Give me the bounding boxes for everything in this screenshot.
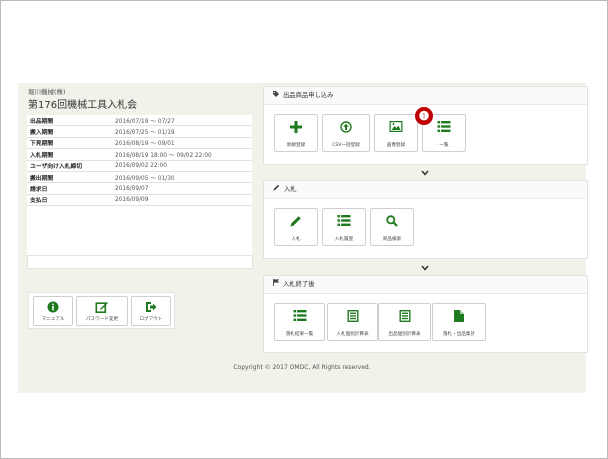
- schedule-value: 2016/09/05 ～ 01/30: [112, 171, 252, 184]
- button-label: 入札履歴: [334, 237, 354, 242]
- schedule-label: 出品期間: [27, 115, 112, 127]
- account-buttons: マニュアル パスワード変更 ログアウト: [28, 292, 175, 329]
- chevron-down-icon: [421, 265, 429, 271]
- edit-icon: [95, 302, 108, 313]
- table-row: 請求日 2016/09/07: [27, 182, 252, 195]
- schedule-label: 下見期間: [27, 137, 112, 150]
- schedule-value: 2016/09/02 22:00: [112, 160, 252, 172]
- calc-icon: [347, 310, 358, 322]
- file-icon: [454, 310, 464, 322]
- schedule-label: 支払日: [27, 194, 112, 207]
- table-row: 下見期間 2016/08/19 ～ 09/01: [27, 137, 252, 150]
- section-title: 入札終了後: [283, 281, 315, 288]
- button-label: CSV一括登録: [332, 143, 360, 148]
- button-label: 入札個別計算表: [336, 332, 369, 337]
- auction-info: 堀川機械(株) 第176回機械工具入札会 出品期間 2016/07/19 ～ 07…: [27, 88, 252, 265]
- manual-button[interactable]: マニュアル: [33, 296, 73, 326]
- winning-bid-list-button[interactable]: 落札結果一覧: [274, 303, 325, 341]
- schedule-value: 2016/07/19 ～ 07/27: [112, 115, 252, 127]
- logout-button[interactable]: ログアウト: [131, 296, 171, 326]
- upload-icon: [340, 121, 352, 133]
- schedule-table: 出品期間 2016/07/19 ～ 07/27 搬入期間 2016/07/25 ～ …: [27, 115, 252, 207]
- schedule-label: 請求日: [27, 182, 112, 195]
- button-label: 落札・出品集計: [442, 332, 476, 337]
- tag-icon: [273, 87, 279, 104]
- password-change-button[interactable]: パスワード変更: [76, 296, 128, 326]
- logout-icon: [146, 302, 157, 312]
- table-row: 出品期間 2016/07/19 ～ 07/27: [27, 115, 252, 127]
- button-label: 出品個別計算表: [388, 332, 421, 337]
- image-icon: [389, 121, 403, 132]
- list-icon: [293, 310, 306, 321]
- listing-calculation-button[interactable]: 出品個別計算表: [378, 303, 431, 341]
- button-label: 商品検索: [382, 237, 402, 242]
- table-row: 支払日 2016/09/09: [27, 194, 252, 207]
- list-icon: [337, 215, 351, 226]
- bid-button[interactable]: 入札: [274, 208, 318, 246]
- section-title: 入札: [284, 186, 297, 193]
- footer-copyright: Copyright © 2017 OMDC, All Rights reserv…: [233, 364, 371, 371]
- schedule-value: 2016/09/07: [112, 182, 252, 195]
- schedule-value: 2016/07/25 ～ 01/19: [112, 125, 252, 138]
- section-header: 入札終了後: [264, 276, 587, 294]
- logout-label: ログアウト: [139, 317, 163, 322]
- button-label: 落札結果一覧: [285, 332, 314, 337]
- search-icon: [386, 215, 398, 227]
- company-name: 堀川機械(株): [28, 88, 66, 96]
- image-registration-button[interactable]: 画像登録: [374, 114, 418, 152]
- pencil-icon: [273, 181, 280, 198]
- flag-icon: [273, 276, 279, 293]
- button-label: 新規登録: [286, 143, 306, 148]
- button-label: 画像登録: [386, 143, 406, 148]
- product-search-button[interactable]: 商品検索: [370, 208, 414, 246]
- password-change-label: パスワード変更: [85, 317, 119, 322]
- bidding-section: 入札 入札 入札履歴 商品検索: [263, 180, 588, 259]
- section-title: 出品商品申し込み: [283, 92, 334, 99]
- table-row: 搬入期間 2016/07/25 ～ 01/19: [27, 125, 252, 138]
- plus-icon: [290, 121, 302, 133]
- schedule-box: 出品期間 2016/07/19 ～ 07/27 搬入期間 2016/07/25 ～ …: [27, 115, 252, 265]
- schedule-value: 2016/08/19 ～ 09/01: [112, 137, 252, 150]
- post-bidding-section: 入札終了後 落札結果一覧 入札個別計算表 出品個別計算表 落札・出品集計: [263, 275, 588, 353]
- pencil-icon: [290, 216, 301, 227]
- new-registration-button[interactable]: 新規登録: [274, 114, 318, 152]
- button-label: 一覧: [439, 143, 449, 148]
- table-row: ユーザ向け入札締切 2016/09/02 22:00: [27, 160, 252, 172]
- bid-calculation-button[interactable]: 入札個別計算表: [327, 303, 378, 341]
- schedule-value: 2016/08/19 18:00 ～ 09/02 22:00: [112, 148, 252, 161]
- schedule-value: 2016/09/09: [112, 194, 252, 207]
- schedule-label: 搬出期間: [27, 171, 112, 184]
- bid-history-button[interactable]: 入札履歴: [322, 208, 366, 246]
- bid-listing-summary-button[interactable]: 落札・出品集計: [432, 303, 486, 341]
- manual-button-label: マニュアル: [41, 317, 65, 322]
- listing-application-section: 出品商品申し込み 新規登録 CSV一括登録 画像登録 一覧: [263, 86, 588, 165]
- table-row: 搬出期間 2016/09/05 ～ 01/30: [27, 171, 252, 184]
- chevron-down-icon: [421, 170, 429, 176]
- section-header: 入札: [264, 181, 587, 199]
- schedule-label: 搬入期間: [27, 125, 112, 138]
- calc-icon: [399, 310, 410, 322]
- list-icon: [437, 121, 451, 132]
- info-icon: [47, 301, 59, 313]
- schedule-label: ユーザ向け入札締切: [27, 160, 112, 172]
- section-header: 出品商品申し込み: [264, 87, 587, 105]
- button-label: 入札: [291, 237, 301, 242]
- table-row: 入札期間 2016/08/19 18:00 ～ 09/02 22:00: [27, 148, 252, 161]
- csv-bulk-registration-button[interactable]: CSV一括登録: [322, 114, 370, 152]
- empty-info-box: [27, 255, 253, 269]
- schedule-label: 入札期間: [27, 148, 112, 161]
- annotation-marker: ❶: [415, 107, 433, 125]
- auction-title: 第176回機械工具入札会: [28, 100, 138, 111]
